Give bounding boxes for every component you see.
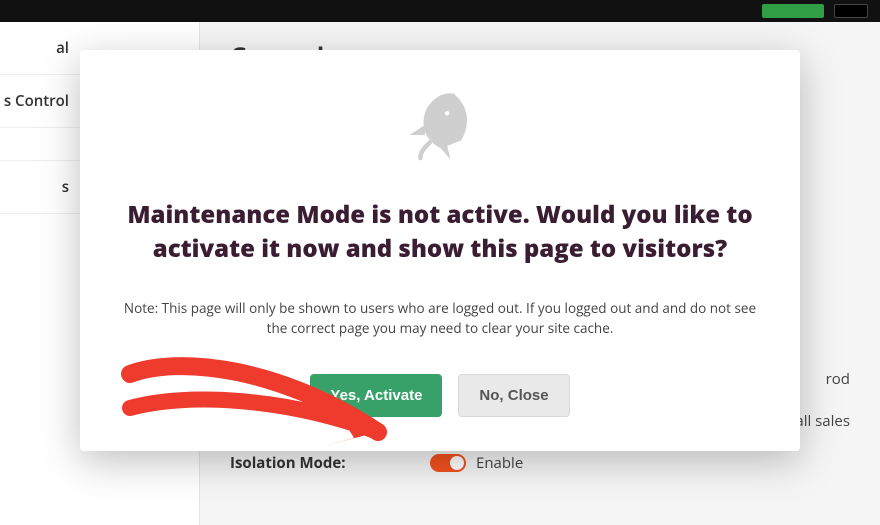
rocket-icon bbox=[395, 80, 485, 170]
dialog-button-row: Yes, Activate No, Close bbox=[100, 374, 780, 417]
yes-activate-button[interactable]: Yes, Activate bbox=[310, 374, 442, 417]
dialog-title: Maintenance Mode is not active. Would yo… bbox=[125, 198, 755, 265]
dialog-note: Note: This page will only be shown to us… bbox=[120, 299, 760, 338]
no-close-button[interactable]: No, Close bbox=[458, 374, 569, 417]
activate-maintenance-dialog: Maintenance Mode is not active. Would yo… bbox=[80, 50, 800, 451]
modal-overlay: Maintenance Mode is not active. Would yo… bbox=[0, 0, 880, 525]
